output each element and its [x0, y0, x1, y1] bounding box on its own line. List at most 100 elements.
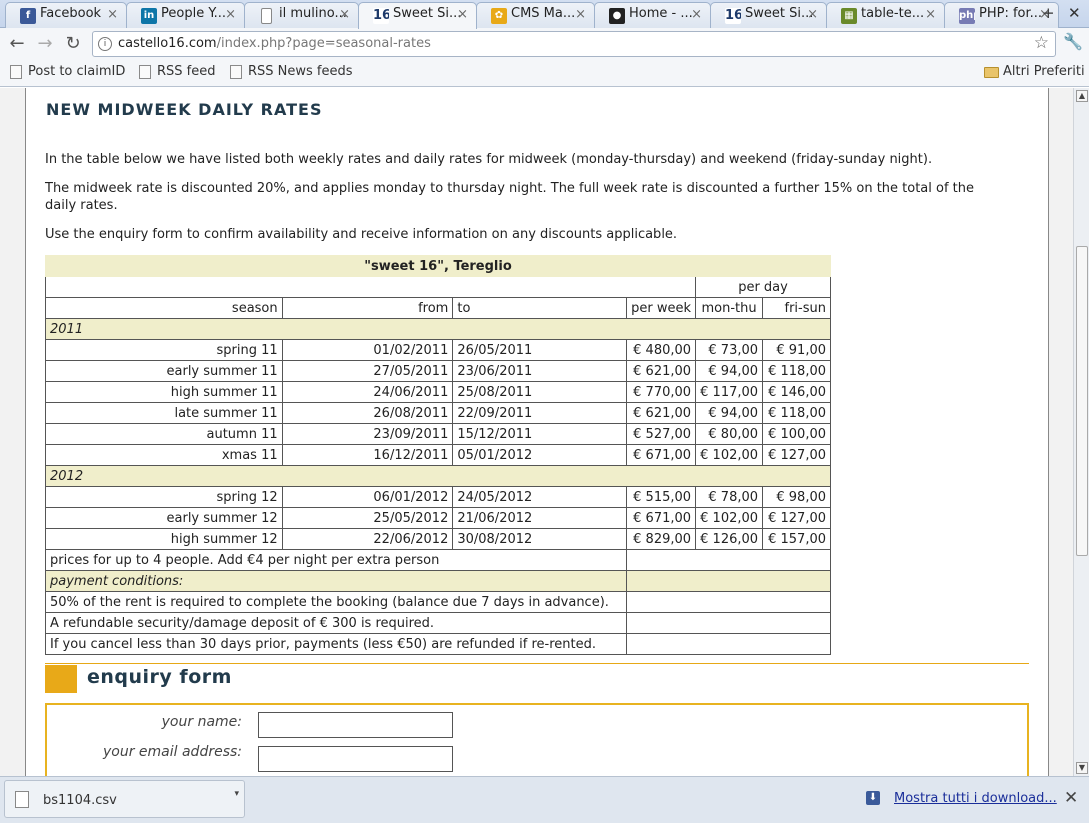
- table-cell: 25/08/2011: [452, 381, 628, 403]
- table-cell: high summer 12: [45, 528, 283, 550]
- game-icon: ▦: [841, 8, 857, 24]
- chevron-down-icon[interactable]: ▾: [234, 789, 239, 799]
- tab-close-icon[interactable]: ×: [807, 7, 818, 22]
- page-info-icon[interactable]: i: [98, 37, 112, 51]
- blank-cell: [626, 570, 831, 592]
- table-row: early summer 12 25/05/2012 21/06/2012 € 671…: [45, 507, 831, 529]
- table-cell: € 94,00: [695, 360, 764, 382]
- column-header: season: [45, 297, 283, 319]
- table-cell: € 126,00: [695, 528, 764, 550]
- tab-3[interactable]: il mulino... ×: [244, 2, 359, 28]
- tab-label: Sweet Si...: [745, 6, 814, 21]
- tab-label: table-te...: [861, 6, 925, 21]
- address-bar[interactable]: i castello16.com/index.php?page=seasonal…: [92, 31, 1056, 57]
- table-cell: € 100,00: [762, 423, 831, 445]
- tab-label: People Y...: [161, 6, 227, 21]
- enquiry-form: your name: your email address:: [45, 703, 1029, 776]
- intro-paragraph: In the table below we have listed both w…: [45, 152, 933, 167]
- tab-close-icon[interactable]: ×: [107, 7, 118, 22]
- page-icon: [230, 65, 242, 79]
- tab-6[interactable]: ● Home - ... ×: [594, 2, 711, 28]
- wrench-menu-icon[interactable]: 🔧: [1063, 32, 1083, 51]
- table-cell: € 91,00: [762, 339, 831, 361]
- back-icon[interactable]: ←: [6, 33, 28, 55]
- download-item[interactable]: bs1104.csv ▾: [4, 780, 245, 818]
- table-cell: 05/01/2012: [452, 444, 628, 466]
- year-row: 2012: [45, 465, 831, 487]
- payment-condition: 50% of the rent is required to complete …: [44, 591, 628, 613]
- page-icon: [139, 65, 151, 79]
- tab-1[interactable]: f Facebook ×: [5, 2, 127, 28]
- rates-table: "sweet 16", Tereglio per day season from to p…: [44, 255, 831, 655]
- sweet16-icon: 16: [725, 8, 741, 24]
- table-cell: 01/02/2011: [281, 339, 454, 361]
- tab-close-icon[interactable]: ×: [925, 7, 936, 22]
- table-row: xmas 11 16/12/2011 05/01/2012 € 671,00 € 102…: [45, 444, 831, 466]
- tab-close-icon[interactable]: ×: [575, 7, 586, 22]
- table-cell: xmas 11: [45, 444, 283, 466]
- sweet16-icon: 16: [373, 8, 389, 24]
- table-row: autumn 11 23/09/2011 15/12/2011 € 527,00 € 8…: [45, 423, 831, 445]
- tab-label: CMS Ma...: [511, 6, 576, 21]
- column-header: fri-sun: [762, 297, 831, 319]
- new-tab-icon[interactable]: +: [1042, 4, 1055, 22]
- table-row: early summer 11 27/05/2011 23/06/2011 € 621…: [45, 360, 831, 382]
- tab-close-icon[interactable]: ×: [691, 7, 702, 22]
- vertical-scrollbar[interactable]: ▲ ▼: [1073, 88, 1089, 776]
- table-cell: € 770,00: [626, 381, 697, 403]
- blank-cell: [626, 549, 831, 571]
- table-cell: 23/06/2011: [452, 360, 628, 382]
- enquiry-form-title: enquiry form: [87, 666, 232, 688]
- year-label: 2011: [45, 318, 831, 340]
- table-cell: 22/06/2012: [281, 528, 454, 550]
- column-header: from: [281, 297, 454, 319]
- email-input[interactable]: [258, 746, 453, 772]
- bookmark-post-to-claimid[interactable]: Post to claimID: [10, 64, 125, 79]
- table-cell: € 73,00: [695, 339, 764, 361]
- bookmark-rss-feed[interactable]: RSS feed: [139, 64, 216, 79]
- table-cell: € 527,00: [626, 423, 697, 445]
- table-cell: € 118,00: [762, 402, 831, 424]
- table-cell: 25/05/2012: [281, 507, 454, 529]
- window-close-icon[interactable]: ✕: [1068, 4, 1081, 22]
- tab-label: il mulino...: [279, 6, 347, 21]
- show-all-downloads-link[interactable]: Mostra tutti i download...: [894, 791, 1057, 806]
- tab-7[interactable]: 16 Sweet Si...×: [710, 2, 827, 28]
- table-title: "sweet 16", Tereglio: [45, 255, 831, 277]
- bookmark-rss-news-feeds[interactable]: RSS News feeds: [230, 64, 353, 79]
- other-bookmarks[interactable]: Altri Preferiti: [984, 64, 1085, 79]
- tab-close-icon[interactable]: ×: [225, 7, 236, 22]
- tab-4[interactable]: 16 Sweet Si...×: [358, 2, 477, 29]
- table-cell: 30/08/2012: [452, 528, 628, 550]
- name-input[interactable]: [258, 712, 453, 738]
- blank-cell: [626, 633, 831, 655]
- table-cell: € 98,00: [762, 486, 831, 508]
- tab-5[interactable]: ✿ CMS Ma... ×: [476, 2, 595, 28]
- scroll-up-icon[interactable]: ▲: [1076, 90, 1088, 102]
- file-icon: [15, 791, 29, 808]
- close-download-bar-icon[interactable]: ✕: [1064, 788, 1078, 808]
- url-host: castello16.com: [118, 36, 217, 51]
- table-cell: € 102,00: [695, 444, 764, 466]
- table-cell: € 80,00: [695, 423, 764, 445]
- reload-icon[interactable]: ↻: [62, 33, 84, 55]
- column-header: to: [452, 297, 628, 319]
- forward-icon[interactable]: →: [34, 33, 56, 55]
- page-viewport: NEW MIDWEEK DAILY RATES In the table bel…: [0, 88, 1073, 776]
- discount-paragraph: The midweek rate is discounted 20%, and …: [45, 181, 975, 213]
- table-cell: 06/01/2012: [281, 486, 454, 508]
- table-cell: spring 11: [45, 339, 283, 361]
- tab-close-icon[interactable]: ×: [339, 7, 350, 22]
- scroll-thumb[interactable]: [1076, 246, 1088, 556]
- table-cell: spring 12: [45, 486, 283, 508]
- tab-8[interactable]: ▦ table-te... ×: [826, 2, 945, 28]
- table-cell: 21/06/2012: [452, 507, 628, 529]
- download-bar: bs1104.csv ▾ ⬇ Mostra tutti i download..…: [0, 776, 1089, 823]
- url-text: castello16.com/index.php?page=seasonal-r…: [118, 36, 431, 51]
- table-cell: € 127,00: [762, 444, 831, 466]
- tab-2[interactable]: in People Y... ×: [126, 2, 245, 28]
- tab-close-icon[interactable]: ×: [457, 7, 468, 22]
- scroll-down-icon[interactable]: ▼: [1076, 762, 1088, 774]
- column-header: per week: [626, 297, 697, 319]
- bookmark-star-icon[interactable]: ☆: [1034, 33, 1049, 53]
